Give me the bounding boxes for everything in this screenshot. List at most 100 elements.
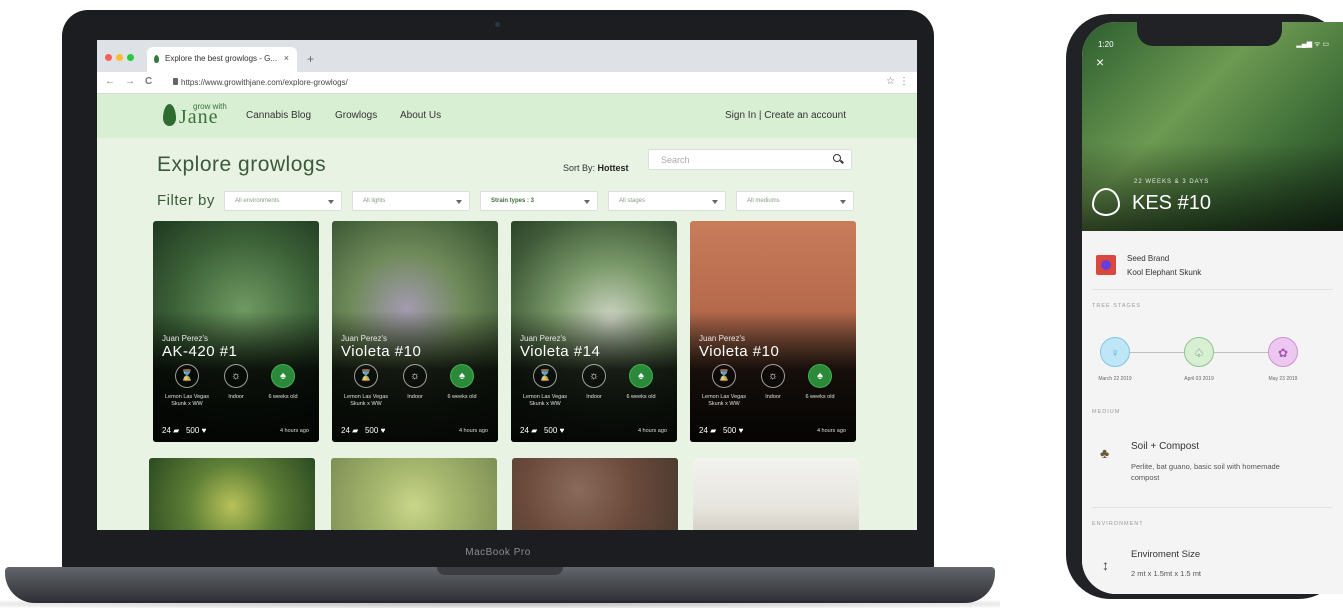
laptop-base (5, 567, 995, 603)
reload-icon[interactable]: C (145, 76, 152, 87)
close-icon[interactable]: × (1096, 54, 1104, 70)
growlog-card[interactable]: Juan Perez's Violeta #10 ⌛ ☼ ♠ Lemon Las… (332, 221, 498, 442)
filter-stages[interactable]: All stages (608, 191, 726, 211)
stages-section-title: TREE STAGES (1092, 303, 1142, 309)
card-title: AK-420 #1 (162, 343, 238, 360)
bookmark-star-icon[interactable]: ☆ (886, 76, 895, 87)
search-input[interactable]: Search (648, 149, 852, 170)
soil-pot-icon: ♣ (1100, 445, 1110, 461)
filter-value: All environments (235, 198, 280, 204)
plant-stage-icon: ♠ (808, 364, 832, 388)
card-environment: Indoor (765, 394, 781, 400)
tree-icon (1092, 188, 1120, 216)
filter-value: Strain types : 3 (491, 198, 535, 204)
growlog-card[interactable]: Juan Perez's Violeta #10 ⌛ ☼ ♠ Lemon Las… (690, 221, 856, 442)
seedling-stage-icon[interactable]: ♀ (1100, 337, 1130, 367)
status-time: 1:20 (1098, 40, 1114, 49)
browser-address-bar: ← → C https://www.growithjane.com/explor… (97, 72, 917, 94)
growlog-card-partial[interactable] (693, 458, 859, 530)
laptop-brand-label: MacBook Pro (465, 547, 531, 558)
filter-strain-types[interactable]: Strain types : 3 (480, 191, 598, 211)
card-owner: Juan Perez's (341, 334, 387, 343)
heart-icon[interactable]: ♥ (560, 426, 565, 435)
card-title: Violeta #14 (520, 343, 601, 360)
tab-close-icon[interactable]: × (284, 53, 289, 63)
dna-icon: ⌛ (533, 364, 557, 388)
light-bulb-icon: ☼ (761, 364, 785, 388)
sort-value[interactable]: Hottest (598, 163, 629, 173)
stage-date: May 23 2019 (1268, 376, 1298, 382)
environment-section-title: ENVIRONMENT (1092, 521, 1144, 527)
leaf-logo-icon[interactable] (163, 104, 176, 126)
plant-details: Seed Brand Kool Elephant Skunk TREE STAG… (1082, 231, 1343, 594)
back-icon[interactable]: ← (105, 76, 115, 87)
heart-icon[interactable]: ♥ (202, 426, 207, 435)
light-bulb-icon: ☼ (224, 364, 248, 388)
growlog-card-partial[interactable] (512, 458, 678, 530)
filter-label: Filter by (157, 192, 215, 209)
growlog-card[interactable]: Juan Perez's AK-420 #1 ⌛ ☼ ♠ Lemon Las V… (153, 221, 319, 442)
light-bulb-icon: ☼ (582, 364, 606, 388)
comment-count: 24 (520, 426, 529, 435)
browser-tab[interactable]: Explore the best growlogs - G... × (147, 47, 297, 72)
plant-stage-icon: ♠ (450, 364, 474, 388)
stage-date: April 03 2019 (1184, 376, 1214, 382)
filter-mediums[interactable]: All mediums (736, 191, 854, 211)
plant-stage-icon: ♠ (271, 364, 295, 388)
comment-count: 24 (341, 426, 350, 435)
account-links[interactable]: Sign In | Create an account (725, 110, 846, 121)
card-owner: Juan Perez's (162, 334, 208, 343)
comment-icon: ▰ (173, 426, 180, 435)
minimize-window-icon[interactable] (116, 54, 123, 61)
dna-icon: ⌛ (354, 364, 378, 388)
filter-environment[interactable]: All environments (224, 191, 342, 211)
flowering-stage-icon[interactable]: ✿ (1268, 337, 1298, 367)
plant-name: KES #10 (1132, 192, 1211, 214)
close-window-icon[interactable] (105, 54, 112, 61)
caret-down-icon (712, 200, 718, 204)
search-icon[interactable] (833, 154, 841, 162)
nav-link-blog[interactable]: Cannabis Blog (246, 110, 311, 121)
caret-down-icon (840, 200, 846, 204)
like-count: 500 (185, 426, 200, 435)
laptop-base-notch (437, 567, 563, 575)
phone-notch (1137, 22, 1282, 46)
vegetative-stage-icon[interactable]: ♤ (1184, 337, 1214, 367)
comment-count: 24 (162, 426, 171, 435)
filter-value: All mediums (747, 198, 780, 204)
card-time: 4 hours ago (637, 428, 667, 434)
logo-wordmark[interactable]: Jane (179, 106, 219, 129)
filter-value: All lights (363, 198, 386, 204)
medium-title: Soil + Compost (1131, 441, 1200, 452)
url-field[interactable]: https://www.growithjane.com/explore-grow… (181, 78, 348, 87)
sort-control[interactable]: Sort By: Hottest (563, 163, 629, 173)
seed-brand-value: Kool Elephant Skunk (1127, 268, 1202, 277)
maximize-window-icon[interactable] (127, 54, 134, 61)
nav-link-about[interactable]: About Us (400, 110, 441, 121)
vertical-arrows-icon: ↕ (1102, 557, 1109, 573)
env-size-label: Enviroment Size (1131, 549, 1201, 560)
growlog-card-partial[interactable] (149, 458, 315, 530)
browser-menu-icon[interactable]: ⋮ (899, 76, 909, 87)
divider (1092, 507, 1333, 508)
site-header: grow with Jane Cannabis Blog Growlogs Ab… (97, 94, 917, 138)
caret-down-icon (456, 200, 462, 204)
seed-brand-label: Seed Brand (1127, 254, 1170, 263)
card-owner: Juan Perez's (520, 334, 566, 343)
growlog-card-partial[interactable] (331, 458, 497, 530)
forward-icon[interactable]: → (125, 76, 135, 87)
growlog-card[interactable]: Juan Perez's Violeta #14 ⌛ ☼ ♠ Lemon Las… (511, 221, 677, 442)
filter-lights[interactable]: All lights (352, 191, 470, 211)
camera-dot (495, 22, 500, 27)
card-time: 4 hours ago (458, 428, 488, 434)
page-title: Explore growlogs (157, 153, 327, 176)
divider (1092, 289, 1333, 290)
heart-icon[interactable]: ♥ (381, 426, 386, 435)
new-tab-icon[interactable]: + (307, 52, 314, 66)
light-bulb-icon: ☼ (403, 364, 427, 388)
filter-value: All stages (619, 198, 646, 204)
nav-link-growlogs[interactable]: Growlogs (335, 110, 377, 121)
dna-icon: ⌛ (712, 364, 736, 388)
browser-tabbar: Explore the best growlogs - G... × + (97, 40, 917, 72)
heart-icon[interactable]: ♥ (739, 426, 744, 435)
